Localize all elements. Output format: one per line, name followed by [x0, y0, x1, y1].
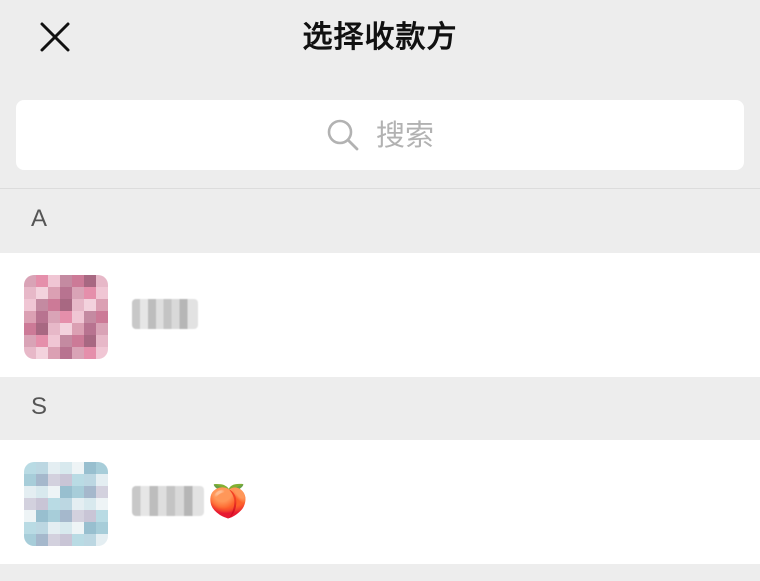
search-icon [327, 119, 359, 151]
section-header-a: A [0, 189, 760, 253]
section-letter: A [31, 205, 48, 232]
name-emoji: 🍑 [208, 482, 248, 520]
contact-row[interactable]: 🍑 [0, 440, 760, 564]
contact-name: 🍑 [132, 485, 248, 517]
top-bar: 选择收款方 [0, 0, 760, 80]
contact-row[interactable] [0, 253, 760, 377]
avatar [24, 275, 108, 359]
page-title: 选择收款方 [302, 20, 458, 55]
section-letter: S [31, 393, 48, 420]
contact-name [132, 298, 202, 330]
blurred-name [132, 299, 198, 329]
search-placeholder: 搜索 [375, 118, 434, 152]
blurred-name [132, 486, 204, 516]
avatar [24, 462, 108, 546]
section-header-s: S [0, 377, 760, 441]
search-input[interactable]: 搜索 [16, 100, 744, 170]
